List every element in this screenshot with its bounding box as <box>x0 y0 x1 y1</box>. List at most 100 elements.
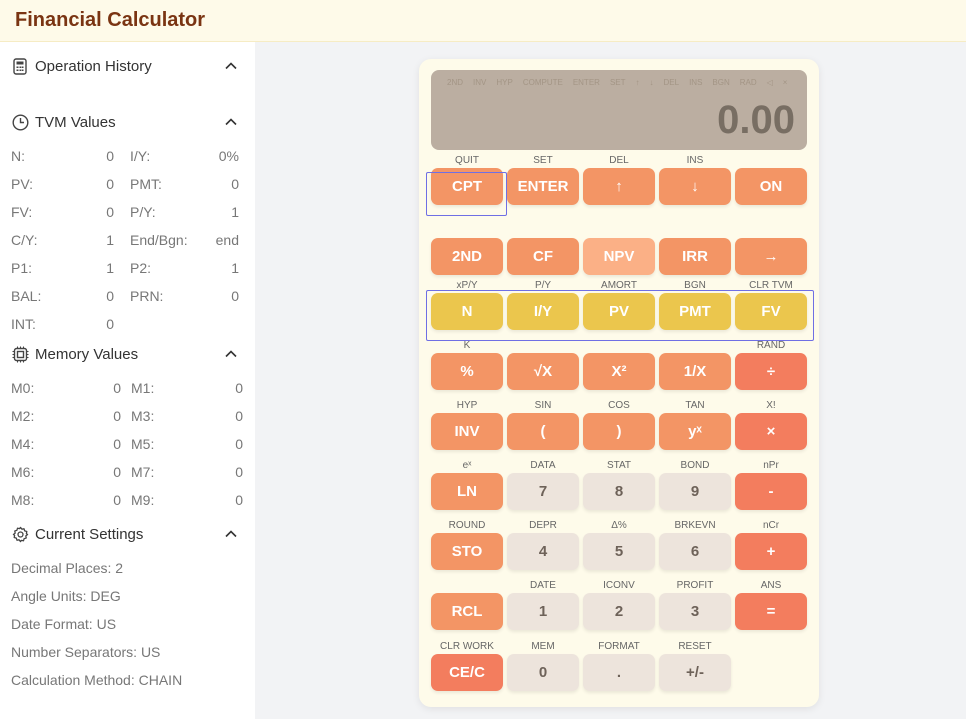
key-2[interactable]: 2 <box>583 593 655 630</box>
key-wrapper: nCr + <box>735 519 807 570</box>
key-wrapper: CF <box>507 224 579 275</box>
key-irr[interactable]: IRR <box>659 238 731 275</box>
key-n[interactable]: N <box>431 293 503 330</box>
secondary-function-label: X! <box>766 400 776 411</box>
key-wrapper: BRKEVN 6 <box>659 519 731 570</box>
value-label: M4: <box>11 436 35 452</box>
key-enter[interactable]: ENTER <box>507 168 579 205</box>
indicator: ↑ <box>635 78 640 87</box>
value-text: 0% <box>218 148 239 164</box>
key-rcl[interactable]: RCL <box>431 593 503 630</box>
value-text: 0 <box>231 176 239 192</box>
key-pv[interactable]: PV <box>583 293 655 330</box>
indicator: INS <box>689 78 703 87</box>
key-1x[interactable]: 1/X <box>659 353 731 390</box>
indicator: INV <box>473 78 487 87</box>
chevron-up-icon[interactable] <box>224 115 238 129</box>
key-inv[interactable]: INV <box>431 413 503 450</box>
value-label: M6: <box>11 464 35 480</box>
display-value: 0.00 <box>717 98 795 142</box>
secondary-function-label <box>659 224 731 238</box>
key-wrapper: PROFIT 3 <box>659 579 731 630</box>
key-wrapper: xP/Y N <box>431 279 503 330</box>
key-symbol[interactable]: + <box>735 533 807 570</box>
clock-icon <box>11 113 29 131</box>
key-ln[interactable]: LN <box>431 473 503 510</box>
value-text: 0 <box>106 148 114 164</box>
setting-item: Calculation Method: CHAIN <box>11 672 183 688</box>
calculator-icon <box>11 57 29 75</box>
key-9[interactable]: 9 <box>659 473 731 510</box>
key-wrapper: QUIT CPT <box>431 154 503 205</box>
secondary-function-label: SIN <box>534 400 552 411</box>
key-y[interactable]: yˣ <box>659 413 731 450</box>
key-sto[interactable]: STO <box>431 533 503 570</box>
memory-values-header[interactable]: Memory Values <box>11 340 244 368</box>
key-wrapper: ROUND STO <box>431 519 503 570</box>
chevron-up-icon[interactable] <box>224 59 238 73</box>
secondary-function-label: FORMAT <box>598 641 640 652</box>
key-symbol[interactable]: +/- <box>659 654 731 691</box>
key-wrapper: IRR <box>659 224 731 275</box>
value-label: M2: <box>11 408 35 424</box>
key-symbol[interactable]: = <box>735 593 807 630</box>
tvm-values-header[interactable]: TVM Values <box>11 108 244 136</box>
key-cec[interactable]: CE/C <box>431 654 503 691</box>
key-symbol[interactable]: ( <box>507 413 579 450</box>
key-npv[interactable]: NPV <box>583 238 655 275</box>
key-symbol[interactable]: ↓ <box>659 168 731 205</box>
keypad-row: QUIT CPT SET ENTER DEL ↑ INS ↓ ON <box>431 154 807 205</box>
key-symbol[interactable]: % <box>431 353 503 390</box>
key-0[interactable]: 0 <box>507 654 579 691</box>
key-symbol[interactable]: ) <box>583 413 655 450</box>
chevron-up-icon[interactable] <box>224 527 238 541</box>
key-1[interactable]: 1 <box>507 593 579 630</box>
secondary-function-label: eˣ <box>462 460 472 471</box>
key-3[interactable]: 3 <box>659 593 731 630</box>
key-symbol[interactable]: . <box>583 654 655 691</box>
secondary-function-label: MEM <box>531 641 555 652</box>
key-x[interactable]: √X <box>507 353 579 390</box>
sidebar: Operation History TVM Values N: 0 I/Y: 0% PV… <box>0 42 255 719</box>
key-5[interactable]: 5 <box>583 533 655 570</box>
calculator: 2ND INV HYP COMPUTE ENTER SET ↑ ↓ DEL INS BGN RAD ◁ ×… <box>419 59 819 707</box>
key-symbol[interactable]: × <box>735 413 807 450</box>
value-text: 1 <box>106 232 114 248</box>
key-symbol[interactable]: ↑ <box>583 168 655 205</box>
secondary-function-label: RAND <box>756 340 786 351</box>
secondary-function-label <box>735 224 807 238</box>
key-wrapper: DEPR 4 <box>507 519 579 570</box>
value-label: M1: <box>131 380 155 396</box>
key-cpt[interactable]: CPT <box>431 168 503 205</box>
keypad-row: 2ND CF NPV IRR → <box>431 224 807 275</box>
key-pmt[interactable]: PMT <box>659 293 731 330</box>
key-on[interactable]: ON <box>735 168 807 205</box>
key-wrapper: P/Y I/Y <box>507 279 579 330</box>
key-8[interactable]: 8 <box>583 473 655 510</box>
secondary-function-label <box>583 224 655 238</box>
key-cf[interactable]: CF <box>507 238 579 275</box>
memory-values-grid: M0: 0 M1: 0 M2: 0 M3: 0 M4: 0 M5: 0 M6: 0 M7: 0 M8: 0 M9: 0 <box>11 374 244 514</box>
key-2nd[interactable]: 2ND <box>431 238 503 275</box>
value-text: 0 <box>113 436 121 452</box>
key-symbol[interactable]: → <box>735 238 807 275</box>
key-iy[interactable]: I/Y <box>507 293 579 330</box>
secondary-function-label: xP/Y <box>456 280 478 291</box>
key-7[interactable]: 7 <box>507 473 579 510</box>
value-text: 0 <box>106 204 114 220</box>
secondary-function-label <box>735 154 807 168</box>
secondary-function-label <box>431 579 503 593</box>
key-symbol[interactable]: - <box>735 473 807 510</box>
chevron-up-icon[interactable] <box>224 347 238 361</box>
value-label: PV: <box>11 176 34 192</box>
key-x[interactable]: X² <box>583 353 655 390</box>
current-settings-header[interactable]: Current Settings <box>11 520 244 548</box>
secondary-function-label: DEPR <box>529 520 557 531</box>
key-symbol[interactable]: ÷ <box>735 353 807 390</box>
key-6[interactable]: 6 <box>659 533 731 570</box>
operation-history-header[interactable]: Operation History <box>11 52 244 80</box>
indicator: COMPUTE <box>522 78 563 87</box>
key-fv[interactable]: FV <box>735 293 807 330</box>
key-4[interactable]: 4 <box>507 533 579 570</box>
setting-item: Angle Units: DEG <box>11 588 121 604</box>
